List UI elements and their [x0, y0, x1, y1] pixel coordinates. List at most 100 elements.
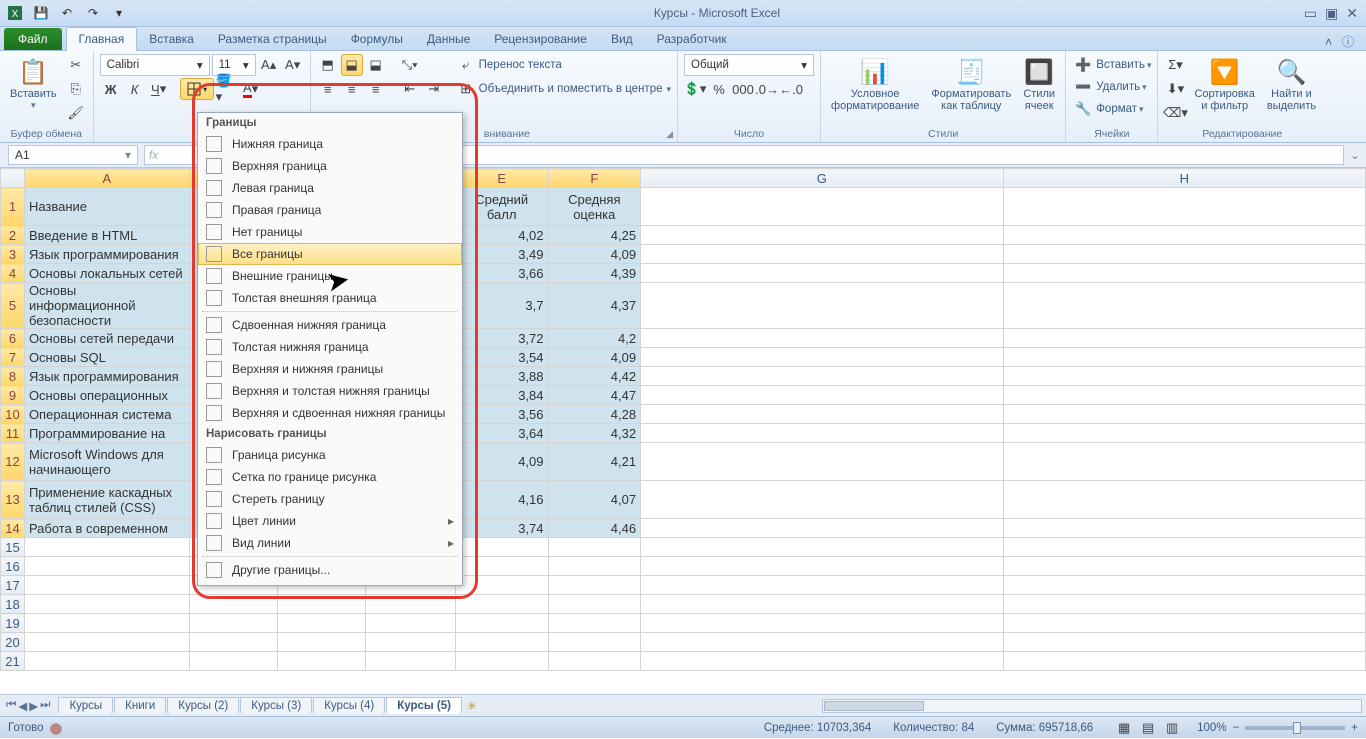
cell-E11[interactable]: 3,64: [455, 424, 548, 443]
border-option[interactable]: Толстая внешняя граница: [198, 287, 462, 309]
col-header-G[interactable]: G: [641, 169, 1003, 188]
find-select-button[interactable]: 🔍Найти и выделить: [1263, 54, 1320, 114]
cell-F2[interactable]: 4,25: [548, 226, 641, 245]
file-tab[interactable]: Файл: [4, 28, 62, 50]
sort-filter-button[interactable]: 🔽Сортировка и фильтр: [1190, 54, 1258, 114]
border-draw-option[interactable]: Граница рисунка: [198, 444, 462, 466]
view-layout-icon[interactable]: ▤: [1137, 717, 1159, 739]
cell-A10[interactable]: Операционная система: [24, 405, 189, 424]
fill-color-button[interactable]: 🪣▾: [216, 78, 238, 100]
copy-button[interactable]: ⎘: [65, 78, 87, 100]
expand-formula-icon[interactable]: ⌄: [1350, 148, 1366, 162]
underline-button[interactable]: Ч▾: [148, 78, 170, 100]
horizontal-scrollbar[interactable]: [822, 699, 1362, 713]
font-name-combo[interactable]: Calibri▾: [100, 54, 210, 76]
cell-E7[interactable]: 3,54: [455, 348, 548, 367]
row-header-14[interactable]: 14: [1, 519, 25, 538]
fill-button[interactable]: ⬇▾: [1164, 78, 1186, 100]
cell-styles-button[interactable]: 🔲Стили ячеек: [1019, 54, 1059, 114]
cell-A3[interactable]: Язык программирования: [24, 245, 189, 264]
border-option[interactable]: Правая граница: [198, 199, 462, 221]
tab-page-layout[interactable]: Разметка страницы: [206, 28, 339, 50]
tab-insert[interactable]: Вставка: [137, 28, 206, 50]
tab-formulas[interactable]: Формулы: [339, 28, 415, 50]
border-option[interactable]: Толстая нижняя граница: [198, 336, 462, 358]
cell-F12[interactable]: 4,21: [548, 443, 641, 481]
cell-E10[interactable]: 3,56: [455, 405, 548, 424]
tab-data[interactable]: Данные: [415, 28, 482, 50]
macro-record-icon[interactable]: ⬤: [50, 721, 63, 735]
select-all-corner[interactable]: [1, 169, 25, 188]
border-option[interactable]: Внешние границы: [198, 265, 462, 287]
cut-button[interactable]: ✂: [65, 54, 87, 76]
zoom-out-icon[interactable]: −: [1233, 722, 1240, 734]
conditional-format-button[interactable]: 📊Условное форматирование: [827, 54, 923, 114]
row-header-1[interactable]: 1: [1, 188, 25, 226]
row-header-10[interactable]: 10: [1, 405, 25, 424]
row-header-4[interactable]: 4: [1, 264, 25, 283]
row-header-15[interactable]: 15: [1, 538, 25, 557]
zoom-level[interactable]: 100%: [1197, 722, 1226, 734]
qat-customize-icon[interactable]: ▾: [108, 3, 130, 23]
sheet-tab[interactable]: Курсы (4): [313, 697, 385, 714]
wrap-text-button[interactable]: ⤶Перенос текста: [455, 54, 671, 76]
close-icon[interactable]: ✕: [1346, 5, 1358, 22]
align-middle-button[interactable]: ⬓: [341, 54, 363, 76]
alignment-dialog-icon[interactable]: ◢: [666, 129, 673, 140]
increase-decimal-button[interactable]: .0→: [756, 78, 778, 100]
increase-font-button[interactable]: A▴: [258, 54, 280, 76]
insert-cells-button[interactable]: ➕Вставить▾: [1072, 54, 1151, 76]
border-draw-option[interactable]: Цвет линии▸: [198, 510, 462, 532]
font-color-button[interactable]: A▾: [240, 78, 262, 100]
border-option[interactable]: Левая граница: [198, 177, 462, 199]
sheet-tab[interactable]: Курсы (2): [167, 697, 239, 714]
sheet-tab[interactable]: Курсы (5): [386, 697, 462, 714]
tab-view[interactable]: Вид: [599, 28, 645, 50]
cell-E6[interactable]: 3,72: [455, 329, 548, 348]
name-box[interactable]: A1▾: [8, 145, 138, 165]
cell-E13[interactable]: 4,16: [455, 481, 548, 519]
cell-F5[interactable]: 4,37: [548, 283, 641, 329]
col-header-H[interactable]: H: [1003, 169, 1365, 188]
orientation-button[interactable]: ⤡▾: [399, 54, 421, 76]
sheet-tab[interactable]: Курсы (3): [240, 697, 312, 714]
thousands-button[interactable]: 000: [732, 78, 754, 100]
merge-center-button[interactable]: ⊞Объединить и поместить в центре▾: [455, 78, 671, 100]
tab-review[interactable]: Рецензирование: [482, 28, 599, 50]
minimize-ribbon-icon[interactable]: ˄: [1325, 35, 1332, 49]
cell-E5[interactable]: 3,7: [455, 283, 548, 329]
fx-icon[interactable]: fx: [149, 148, 158, 162]
cell-E1[interactable]: Средний балл: [455, 188, 548, 226]
zoom-slider[interactable]: [1245, 726, 1345, 730]
delete-cells-button[interactable]: ➖Удалить▾: [1072, 76, 1146, 98]
excel-icon[interactable]: X: [4, 3, 26, 23]
view-normal-icon[interactable]: ▦: [1113, 717, 1135, 739]
border-option[interactable]: Нижняя граница: [198, 133, 462, 155]
sheet-nav-next-icon[interactable]: ▶: [29, 699, 38, 713]
cell-A2[interactable]: Введение в HTML: [24, 226, 189, 245]
redo-button[interactable]: ↷: [82, 3, 104, 23]
align-right-button[interactable]: ≡: [365, 78, 387, 100]
border-option[interactable]: Верхняя и нижняя границы: [198, 358, 462, 380]
italic-button[interactable]: К: [124, 78, 146, 100]
cell-A7[interactable]: Основы SQL: [24, 348, 189, 367]
cell-A6[interactable]: Основы сетей передачи: [24, 329, 189, 348]
new-sheet-icon[interactable]: ✳: [467, 699, 477, 713]
cell-A5[interactable]: Основы информационной безопасности: [24, 283, 189, 329]
cell-F8[interactable]: 4,42: [548, 367, 641, 386]
row-header-3[interactable]: 3: [1, 245, 25, 264]
borders-split-button[interactable]: ▾: [180, 78, 214, 100]
cell-E4[interactable]: 3,66: [455, 264, 548, 283]
cell-A14[interactable]: Работа в современном: [24, 519, 189, 538]
cell-E12[interactable]: 4,09: [455, 443, 548, 481]
format-cells-button[interactable]: 🔧Формат▾: [1072, 98, 1143, 120]
row-header-19[interactable]: 19: [1, 614, 25, 633]
sheet-tab[interactable]: Книги: [114, 697, 166, 714]
cell-E3[interactable]: 3,49: [455, 245, 548, 264]
tab-home[interactable]: Главная: [66, 27, 138, 51]
save-button[interactable]: 💾: [30, 3, 52, 23]
restore-icon[interactable]: ▣: [1325, 5, 1338, 22]
row-header-9[interactable]: 9: [1, 386, 25, 405]
row-header-13[interactable]: 13: [1, 481, 25, 519]
undo-button[interactable]: ↶: [56, 3, 78, 23]
